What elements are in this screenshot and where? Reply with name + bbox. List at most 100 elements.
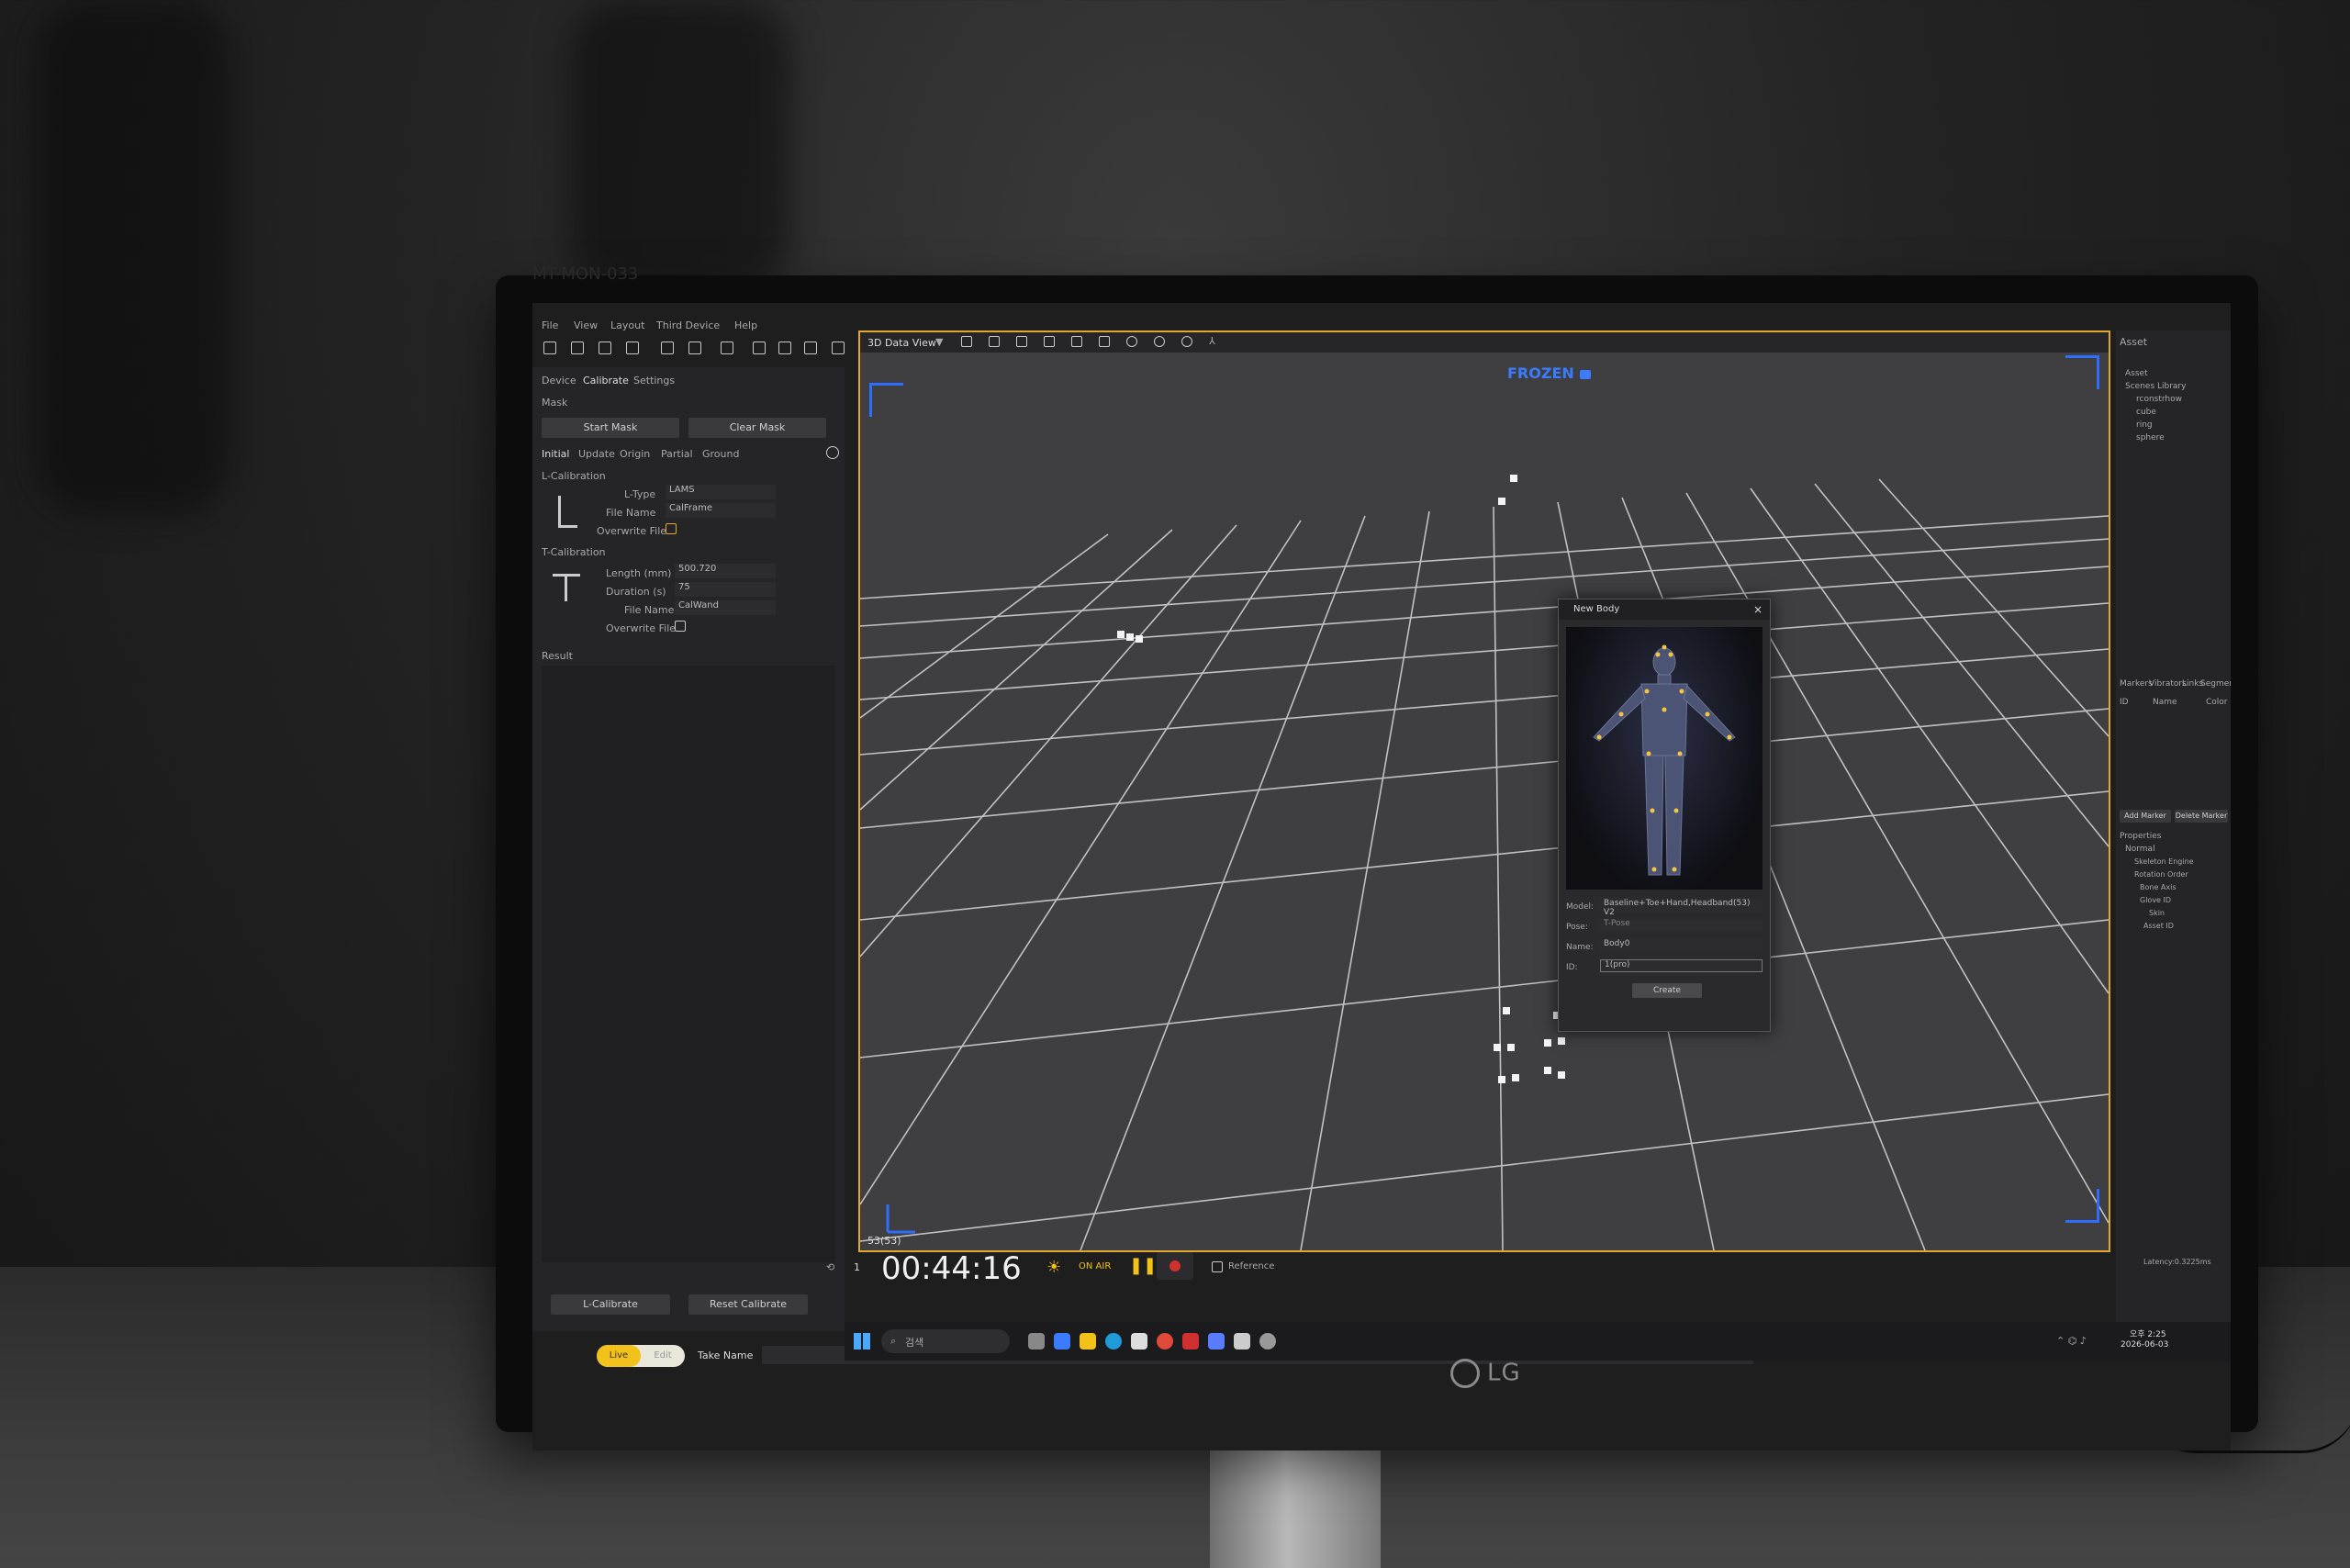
file-name-field[interactable]: CalFrame	[666, 503, 776, 518]
refresh-icon[interactable]	[832, 342, 845, 354]
reference-checkbox[interactable]	[1212, 1261, 1223, 1272]
menu-view[interactable]: View	[574, 319, 598, 331]
open-folder-icon[interactable]	[571, 342, 584, 354]
pause-icon[interactable]: ❚❚	[1129, 1256, 1157, 1275]
tab-partial[interactable]: Partial	[661, 448, 693, 460]
app-window: File View Layout Third Device Help Devic…	[532, 303, 2231, 1450]
tray-icons[interactable]: ⌃ ⌬ ♪	[2056, 1335, 2087, 1347]
widgets-icon[interactable]	[1054, 1333, 1070, 1350]
left-panel: Device Calibrate Settings Mask Start Mas…	[532, 367, 845, 1331]
create-button[interactable]: Create	[1632, 983, 1702, 998]
tree-item[interactable]: cube	[2136, 408, 2156, 417]
tab-segments[interactable]: Segments	[2200, 679, 2231, 689]
tab-calibrate[interactable]: Calibrate	[583, 375, 629, 386]
windows-start-icon[interactable]	[854, 1333, 870, 1350]
store-icon[interactable]	[1131, 1333, 1147, 1350]
name-label: Name:	[1566, 943, 1594, 952]
pose-field[interactable]: T-Pose	[1600, 919, 1762, 932]
duration-field[interactable]: 75	[675, 582, 776, 597]
name-field[interactable]: Body0	[1600, 939, 1762, 952]
layout-icon[interactable]	[688, 342, 701, 354]
new-file-icon[interactable]	[543, 342, 556, 354]
menu-layout[interactable]: Layout	[610, 319, 644, 331]
t-overwrite-label: Overwrite File	[606, 622, 677, 634]
t-calibration-label: T-Calibration	[542, 546, 606, 558]
record-icon	[1169, 1260, 1181, 1271]
move-icon[interactable]	[721, 342, 733, 354]
menu-file[interactable]: File	[542, 319, 558, 331]
file-explorer-icon[interactable]	[1080, 1333, 1096, 1350]
monitor-stand	[1210, 1432, 1381, 1568]
task-view-icon[interactable]	[1028, 1333, 1045, 1350]
app-icon[interactable]	[1182, 1333, 1199, 1350]
overwrite-checkbox[interactable]	[666, 523, 677, 534]
l-type-label: L-Type	[624, 488, 656, 500]
loop-icon[interactable]: ⟲	[826, 1261, 834, 1273]
clock-date[interactable]: 2026-06-03	[2121, 1340, 2168, 1350]
camera-icon[interactable]	[804, 342, 817, 354]
menu-third-device[interactable]: Third Device	[656, 319, 720, 331]
t-file-name-field[interactable]: CalWand	[675, 600, 776, 615]
prop-skeleton-engine: Skeleton Engine	[2134, 857, 2194, 866]
edge-icon[interactable]	[1105, 1333, 1122, 1350]
app-icon[interactable]	[1234, 1333, 1250, 1350]
l-type-field[interactable]: LAMS	[666, 485, 776, 499]
length-label: Length (mm)	[606, 567, 672, 579]
tree-item[interactable]: Scenes Library	[2125, 382, 2186, 391]
model-select[interactable]: Baseline+Toe+Hand,Headband(53) V2	[1600, 899, 1762, 917]
add-marker-button[interactable]: Add Marker	[2120, 810, 2171, 823]
cross-icon[interactable]	[753, 342, 766, 354]
t-overwrite-checkbox[interactable]	[675, 621, 686, 632]
text-icon[interactable]	[778, 342, 791, 354]
gear-icon[interactable]	[826, 446, 839, 459]
clock-time[interactable]: 오후 2:25	[2130, 1327, 2166, 1339]
live-edit-toggle[interactable]: Live Edit	[597, 1345, 685, 1367]
tree-item[interactable]: Asset	[2125, 369, 2148, 378]
id-select[interactable]: 1(pro)	[1600, 959, 1762, 972]
l-calibrate-button[interactable]: L-Calibrate	[551, 1294, 670, 1315]
start-mask-button[interactable]: Start Mask	[542, 418, 679, 438]
layout-icon[interactable]	[661, 342, 674, 354]
column-id: ID	[2120, 698, 2129, 707]
save-as-icon[interactable]	[626, 342, 639, 354]
background-person	[37, 0, 229, 514]
menu-help[interactable]: Help	[734, 319, 757, 331]
clear-mask-button[interactable]: Clear Mask	[688, 418, 826, 438]
properties-label: Properties	[2120, 832, 2162, 841]
transport-bar: ⟲ 1 00:44:16 ☀ ON AIR ❚❚ Reference	[826, 1249, 1744, 1289]
normal-group[interactable]: Normal	[2125, 845, 2155, 854]
tab-ground[interactable]: Ground	[702, 448, 739, 460]
tab-settings[interactable]: Settings	[633, 375, 675, 386]
model-label: Model:	[1566, 902, 1595, 912]
floor-grid	[860, 475, 2109, 1250]
sun-icon[interactable]: ☀	[1046, 1258, 1061, 1277]
tree-item[interactable]: ring	[2136, 420, 2153, 430]
monitor-label: MT-MON-033	[532, 264, 639, 284]
reset-calibrate-button[interactable]: Reset Calibrate	[688, 1294, 808, 1315]
close-icon[interactable]: ×	[1753, 603, 1762, 616]
t-shape-icon	[553, 574, 580, 601]
toggle-edit[interactable]: Edit	[641, 1345, 685, 1367]
toggle-live[interactable]: Live	[597, 1345, 641, 1367]
3d-viewport[interactable]: 3D Data View ▼ ⅄ FROZEN 53(53) New Body …	[858, 330, 2110, 1252]
speed-value[interactable]: 1	[854, 1261, 860, 1273]
save-icon[interactable]	[599, 342, 611, 354]
column-color: Color	[2206, 698, 2228, 707]
app-icon[interactable]	[1208, 1333, 1225, 1350]
tab-origin[interactable]: Origin	[620, 448, 650, 460]
tree-item[interactable]: sphere	[2136, 433, 2165, 442]
tab-vibrators[interactable]: Vibrators	[2149, 679, 2187, 689]
tree-item[interactable]: rconstrhow	[2136, 395, 2182, 404]
tab-markers[interactable]: Markers	[2120, 679, 2153, 689]
record-button[interactable]	[1157, 1252, 1193, 1280]
tab-update[interactable]: Update	[578, 448, 615, 460]
delete-marker-button[interactable]: Delete Marker	[2175, 810, 2228, 823]
app-icon[interactable]	[1259, 1333, 1276, 1350]
taskbar-search[interactable]: ⌕ 검색	[881, 1329, 1010, 1353]
search-icon: ⌕	[890, 1335, 897, 1347]
result-area	[542, 666, 835, 1262]
length-field[interactable]: 500.720	[675, 564, 776, 578]
tab-initial[interactable]: Initial	[542, 448, 569, 460]
tab-device[interactable]: Device	[542, 375, 576, 386]
chrome-icon[interactable]	[1157, 1333, 1173, 1350]
